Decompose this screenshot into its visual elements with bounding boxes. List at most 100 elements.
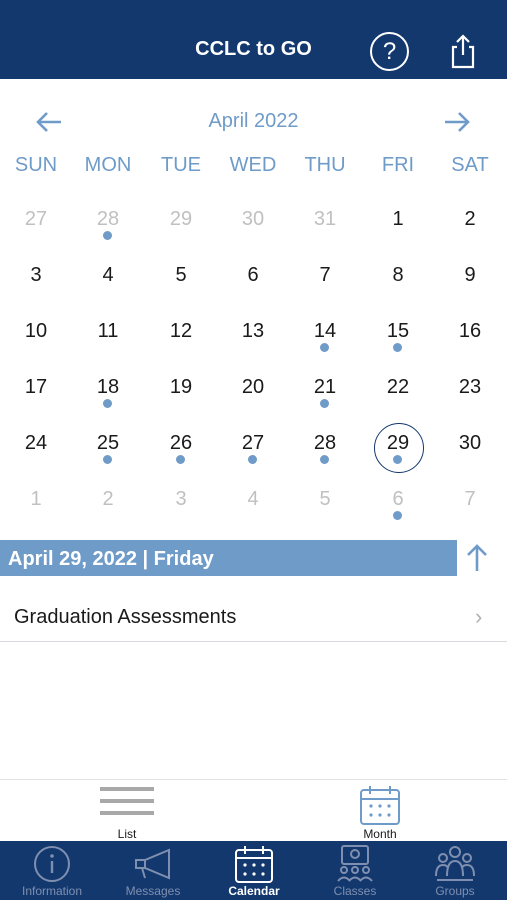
day-number: 1: [392, 208, 404, 230]
event-dot: [103, 231, 112, 240]
day-number: 8: [392, 264, 404, 286]
calendar-day[interactable]: 3: [0, 252, 72, 308]
calendar-day[interactable]: 29: [145, 196, 217, 252]
day-number: 5: [319, 488, 331, 510]
tab-calendar[interactable]: Calendar: [204, 841, 304, 900]
month-title: April 2022: [208, 110, 299, 132]
day-number: 31: [313, 208, 337, 230]
arrow-right-icon: [445, 112, 470, 132]
calendar-day[interactable]: 28: [72, 196, 144, 252]
day-number: 7: [319, 264, 331, 286]
calendar-day[interactable]: 27: [217, 420, 289, 476]
calendar-day[interactable]: 17: [0, 364, 72, 420]
calendar-day[interactable]: 6: [217, 252, 289, 308]
day-number: 2: [464, 208, 476, 230]
weekday-label: FRI: [381, 154, 415, 176]
calendar-day[interactable]: 12: [145, 308, 217, 364]
calendar-day[interactable]: 23: [434, 364, 506, 420]
month-view-button[interactable]: Month: [340, 782, 420, 841]
tab-classes[interactable]: Classes: [305, 841, 405, 900]
day-number: 5: [175, 264, 187, 286]
calendar-day[interactable]: 26: [145, 420, 217, 476]
weekday-label: SAT: [451, 154, 489, 176]
calendar-month-icon: [360, 786, 400, 825]
day-number: 4: [102, 264, 114, 286]
collapse-calendar-button[interactable]: [463, 543, 491, 573]
calendar-day[interactable]: 28: [289, 420, 361, 476]
calendar-day[interactable]: 7: [434, 476, 506, 532]
day-number: 11: [97, 320, 119, 342]
calendar-day[interactable]: 9: [434, 252, 506, 308]
calendar-day[interactable]: 4: [72, 252, 144, 308]
calendar-day[interactable]: 30: [434, 420, 506, 476]
calendar-day[interactable]: 21: [289, 364, 361, 420]
event-dot: [248, 455, 257, 464]
share-button[interactable]: [447, 33, 479, 69]
calendar-day[interactable]: 27: [0, 196, 72, 252]
tab-information[interactable]: Information: [2, 841, 102, 900]
calendar-day[interactable]: 2: [434, 196, 506, 252]
classes-icon: [337, 845, 373, 882]
calendar-day[interactable]: 29: [362, 420, 434, 476]
day-number: 13: [241, 320, 265, 342]
selected-date-bar: April 29, 2022 | Friday: [0, 540, 457, 576]
help-button[interactable]: ?: [370, 32, 409, 71]
calendar-day[interactable]: 30: [217, 196, 289, 252]
calendar-day[interactable]: 14: [289, 308, 361, 364]
day-number: 19: [169, 376, 193, 398]
day-number: 26: [169, 432, 193, 454]
calendar-day[interactable]: 1: [362, 196, 434, 252]
day-number: 3: [30, 264, 42, 286]
calendar-day[interactable]: 2: [72, 476, 144, 532]
day-number: 10: [24, 320, 48, 342]
day-number: 27: [241, 432, 265, 454]
calendar-day[interactable]: 8: [362, 252, 434, 308]
weekday-label: THU: [304, 154, 346, 176]
calendar-day[interactable]: 24: [0, 420, 72, 476]
event-dot: [103, 455, 112, 464]
day-number: 29: [169, 208, 193, 230]
calendar-day[interactable]: 6: [362, 476, 434, 532]
bottom-tab-bar: Information Messages Calendar Classes Gr…: [0, 841, 507, 900]
next-month-button[interactable]: [441, 106, 473, 138]
calendar-day[interactable]: 15: [362, 308, 434, 364]
day-number: 28: [96, 208, 120, 230]
calendar-day[interactable]: 13: [217, 308, 289, 364]
day-number: 1: [30, 488, 42, 510]
calendar-day[interactable]: 18: [72, 364, 144, 420]
month-navigation: April 2022: [0, 100, 507, 144]
day-number: 30: [241, 208, 265, 230]
list-view-button[interactable]: List: [87, 782, 167, 841]
calendar-day[interactable]: 5: [145, 252, 217, 308]
event-title: Graduation Assessments: [14, 606, 237, 628]
day-number: 23: [458, 376, 482, 398]
day-number: 4: [247, 488, 259, 510]
calendar-day[interactable]: 5: [289, 476, 361, 532]
day-number: 7: [464, 488, 476, 510]
megaphone-icon: [135, 848, 170, 880]
calendar-day[interactable]: 4: [217, 476, 289, 532]
calendar-day[interactable]: 11: [72, 308, 144, 364]
calendar-day[interactable]: 10: [0, 308, 72, 364]
calendar-day[interactable]: 22: [362, 364, 434, 420]
calendar-day[interactable]: 16: [434, 308, 506, 364]
info-icon: [34, 846, 70, 882]
calendar-day[interactable]: 19: [145, 364, 217, 420]
calendar-day[interactable]: 3: [145, 476, 217, 532]
day-number: 28: [313, 432, 337, 454]
day-number: 20: [241, 376, 265, 398]
calendar-day[interactable]: 25: [72, 420, 144, 476]
app-title: CCLC to GO: [195, 38, 312, 60]
chevron-right-icon: ›: [475, 604, 483, 629]
event-list-item[interactable]: Graduation Assessments ›: [0, 590, 507, 642]
calendar-day[interactable]: 20: [217, 364, 289, 420]
tab-groups[interactable]: Groups: [405, 841, 505, 900]
day-number: 29: [386, 432, 410, 454]
tab-label: Groups: [435, 884, 475, 898]
calendar-day[interactable]: 1: [0, 476, 72, 532]
calendar-day[interactable]: 7: [289, 252, 361, 308]
day-number: 15: [386, 320, 410, 342]
arrow-up-icon: [467, 544, 487, 571]
tab-messages[interactable]: Messages: [103, 841, 203, 900]
calendar-day[interactable]: 31: [289, 196, 361, 252]
